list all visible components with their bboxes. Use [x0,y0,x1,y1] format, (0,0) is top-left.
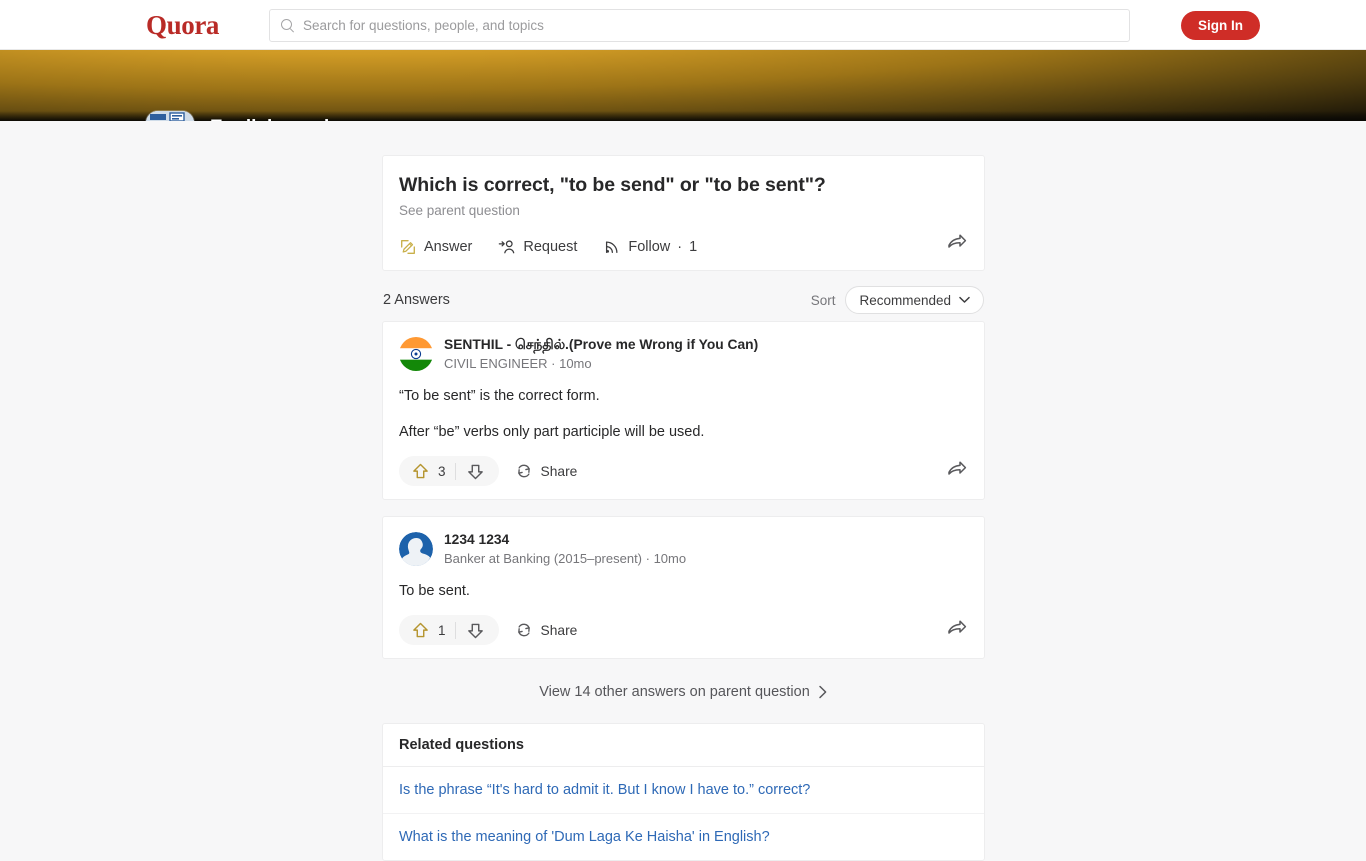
upvote-arrow-icon [413,463,428,478]
upvote-button[interactable]: 3 [403,462,455,481]
sort-dropdown[interactable]: Recommended [845,286,984,314]
upvote-arrow-icon [413,622,428,637]
question-action-bar: Answer Request Follow · 1 [399,230,968,264]
answer-author-credential: Banker at Banking (2015–present) · 10mo [444,551,687,566]
answers-header: 2 Answers Sort Recommended [382,279,985,321]
answer-paragraph: After “be” verbs only part participle wi… [399,424,705,440]
answer-author-credential: CIVIL ENGINEER · 10mo [444,356,592,371]
share-arrow-icon [948,620,967,634]
question-card: Which is correct, "to be send" or "to be… [382,155,985,271]
answer-paragraph: “To be sent” is the correct form. [399,388,600,404]
chevron-down-icon [959,296,970,303]
follow-question-button[interactable]: Follow · 1 [603,238,697,256]
downvote-button[interactable] [456,621,495,640]
view-other-answers-label: View 14 other answers on parent question [539,684,810,700]
answer-author-row: 1234 1234 Banker at Banking (2015–presen… [399,531,968,568]
see-parent-question-link[interactable]: See parent question [399,202,968,220]
share-answer-label: Share [540,622,578,638]
answer-card: SENTHIL - செந்தில்.(Prove me Wrong if Yo… [382,321,985,500]
repost-circular-arrows-icon [517,464,530,478]
vote-pill: 1 [399,615,499,645]
vote-pill: 3 [399,456,499,486]
search-placeholder: Search for questions, people, and topics [303,17,544,33]
upvote-count: 3 [438,463,446,479]
answer-author-name[interactable]: SENTHIL - செந்தில்.(Prove me Wrong if Yo… [444,336,758,354]
answer-paragraph: To be sent. [399,583,470,599]
sort-label: Sort [810,292,836,308]
related-questions-card: Related questions Is the phrase “It's ha… [382,723,985,861]
chevron-right-icon [819,685,827,699]
answers-count-label: 2 Answers [383,292,450,308]
upvote-button[interactable]: 1 [403,621,455,640]
request-label: Request [523,239,578,255]
share-question-button[interactable] [946,232,968,259]
forward-answer-button[interactable] [946,618,968,645]
share-arrow-icon [948,234,967,248]
view-other-answers-link[interactable]: View 14 other answers on parent question [382,675,985,709]
sort-selected-value: Recommended [859,292,951,308]
downvote-arrow-icon [467,464,483,479]
answer-body: To be sent. [399,580,968,602]
space-banner: EARN GLISH English words A platform wher… [0,50,1366,121]
sign-in-button[interactable]: Sign In [1181,11,1260,40]
answer-label: Answer [424,239,473,255]
search-icon [280,18,295,33]
related-question-link[interactable]: What is the meaning of 'Dum Laga Ke Hais… [383,813,984,860]
rss-follow-icon [606,241,618,254]
repost-circular-arrows-icon [517,623,530,637]
answer-author-name[interactable]: 1234 1234 [444,531,686,549]
avatar-default-person-icon[interactable] [399,532,433,566]
page-title: Which is correct, "to be send" or "to be… [399,174,826,196]
top-navigation-bar: Quora Search for questions, people, and … [0,0,1366,50]
downvote-arrow-icon [467,623,483,638]
upvote-count: 1 [438,622,446,638]
quora-logo[interactable]: Quora [146,9,219,41]
answer-author-row: SENTHIL - செந்தில்.(Prove me Wrong if Yo… [399,336,968,373]
avatar-india-flag-icon[interactable] [399,337,433,371]
answer-button[interactable]: Answer [399,238,472,256]
related-questions-heading: Related questions [383,724,984,767]
answer-action-bar: 1 Share [399,608,968,652]
pencil-square-icon [401,240,415,254]
related-question-link[interactable]: Is the phrase “It's hard to admit it. Bu… [383,767,984,813]
sort-controls: Sort Recommended [811,286,984,314]
request-button[interactable]: Request [498,238,577,256]
share-arrow-icon [948,461,967,475]
space-avatar-icon[interactable]: EARN GLISH [146,111,194,121]
forward-answer-button[interactable] [946,459,968,486]
share-answer-button[interactable]: Share [515,462,578,480]
share-answer-label: Share [540,463,578,479]
main-content-column: Which is correct, "to be send" or "to be… [382,155,985,861]
answer-card: 1234 1234 Banker at Banking (2015–presen… [382,516,985,659]
follow-question-label: Follow [628,239,671,255]
follow-question-count: 1 [689,239,698,255]
answer-action-bar: 3 Share [399,449,968,493]
share-answer-button[interactable]: Share [515,621,578,639]
request-person-icon [499,240,515,254]
search-input[interactable]: Search for questions, people, and topics [269,9,1130,42]
downvote-button[interactable] [456,462,495,481]
space-name: English words [210,116,340,121]
answer-body: “To be sent” is the correct form. After … [399,385,968,443]
follow-separator: · [677,239,683,255]
